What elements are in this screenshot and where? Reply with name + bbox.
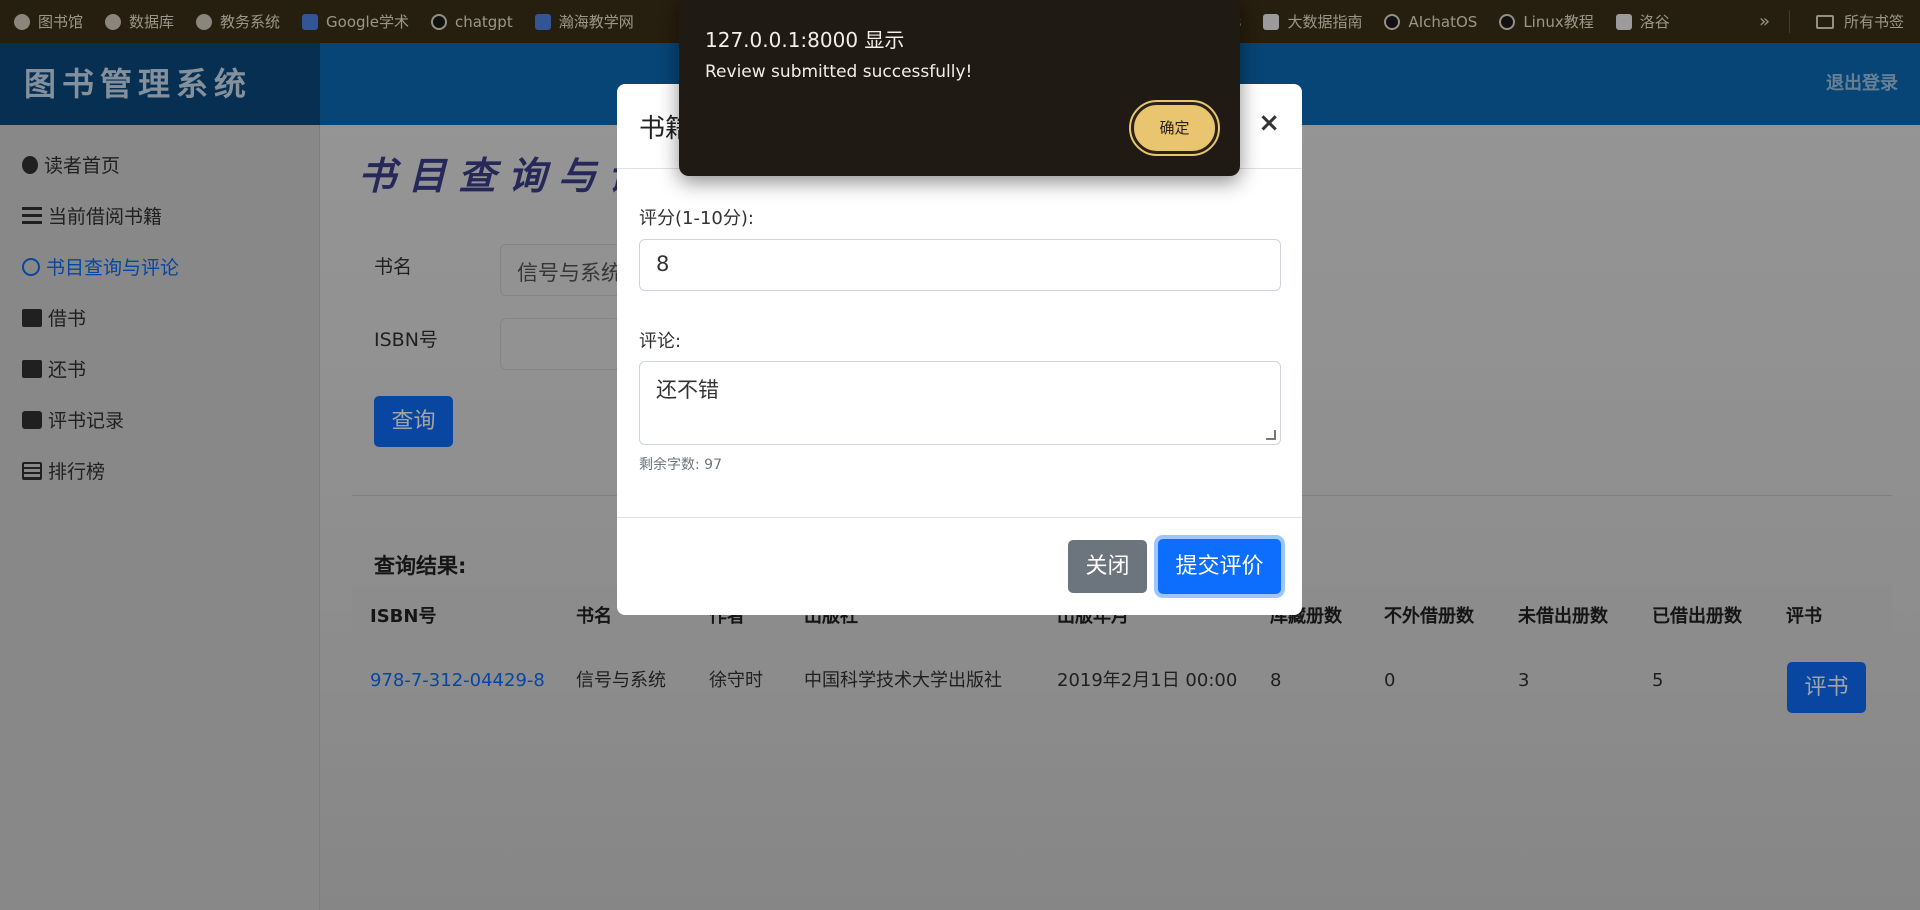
close-icon[interactable]: × — [1258, 108, 1280, 138]
comment-textarea[interactable]: 还不错 — [639, 361, 1281, 445]
remaining-chars-hint: 剩余字数: 97 — [639, 457, 722, 473]
alert-ok-button[interactable]: 确定 — [1129, 100, 1220, 156]
close-button[interactable]: 关闭 — [1068, 540, 1147, 593]
comment-text: 还不错 — [656, 378, 719, 402]
resize-handle[interactable] — [1266, 430, 1276, 440]
comment-label: 评论: — [639, 331, 682, 352]
score-label: 评分(1-10分): — [639, 208, 754, 229]
submit-review-button[interactable]: 提交评价 — [1158, 539, 1281, 594]
alert-message: Review submitted successfully! — [705, 62, 973, 82]
browser-alert-dialog: 127.0.0.1:8000 显示 Review submitted succe… — [679, 0, 1240, 176]
modal-footer-divider — [617, 517, 1302, 518]
alert-title: 127.0.0.1:8000 显示 — [705, 28, 905, 52]
score-input[interactable]: 8 — [639, 239, 1281, 291]
